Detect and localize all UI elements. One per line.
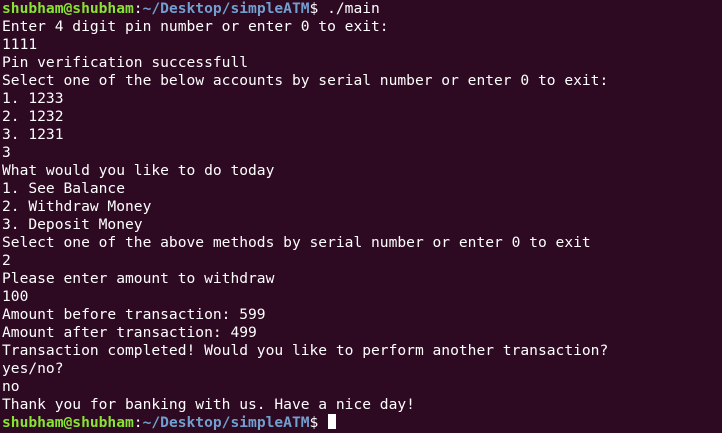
output-line: Amount after transaction: 499: [2, 324, 257, 341]
text-cursor: [328, 414, 337, 429]
output-line: Pin verification successfull: [2, 54, 249, 71]
output-line: 2. Withdraw Money: [2, 198, 152, 215]
prompt-symbol: $: [309, 414, 319, 431]
output-line: Please enter amount to withdraw: [2, 270, 275, 287]
prompt-path: ~/Desktop/simpleATM: [142, 0, 310, 17]
output-line: 3. Deposit Money: [2, 216, 143, 233]
prompt-user-host: shubham@shubham: [2, 0, 134, 17]
output-line: no: [2, 378, 20, 395]
output-line: 1. 1233: [2, 90, 64, 107]
prompt-path: ~/Desktop/simpleATM: [142, 414, 310, 431]
prompt-user-host: shubham@shubham: [2, 414, 134, 431]
command-text: ./main: [318, 0, 380, 17]
prompt-symbol: $: [309, 0, 319, 17]
output-line: yes/no?: [2, 360, 64, 377]
output-line: 1111: [2, 36, 38, 53]
prompt-line: shubham@shubham:~/Desktop/simpleATM$ ./m…: [2, 0, 722, 18]
terminal-window[interactable]: shubham@shubham:~/Desktop/simpleATM$ ./m…: [0, 0, 722, 433]
output-line: 100: [2, 288, 29, 305]
output-line: What would you like to do today: [2, 162, 275, 179]
output-line: Select one of the above methods by seria…: [2, 234, 591, 251]
output-line: 1. See Balance: [2, 180, 126, 197]
output-line: 2. 1232: [2, 108, 64, 125]
output-line: Amount before transaction: 599: [2, 306, 266, 323]
prompt-separator: :: [133, 414, 143, 431]
output-line: 2: [2, 252, 11, 269]
output-line: Thank you for banking with us. Have a ni…: [2, 396, 415, 413]
output-line: Select one of the below accounts by seri…: [2, 72, 609, 89]
output-line: 3. 1231: [2, 126, 64, 143]
output-line: Enter 4 digit pin number or enter 0 to e…: [2, 18, 389, 35]
output-line: 3: [2, 144, 11, 161]
prompt-separator: :: [133, 0, 143, 17]
output-line: Transaction completed! Would you like to…: [2, 342, 609, 359]
prompt-line-current[interactable]: shubham@shubham:~/Desktop/simpleATM$: [2, 414, 722, 432]
